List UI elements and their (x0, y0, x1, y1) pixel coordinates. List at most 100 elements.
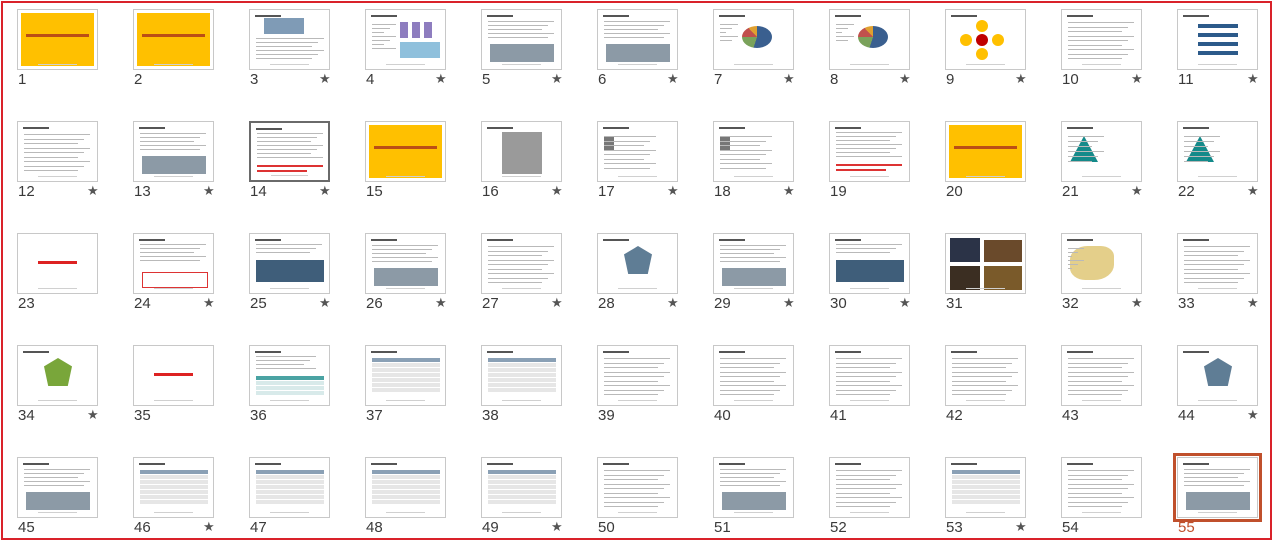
animation-star-icon[interactable]: ★ (551, 520, 563, 535)
slide-thumbnail-49[interactable]: 49 ★ (481, 457, 597, 557)
slide-preview[interactable] (945, 9, 1026, 70)
slide-preview[interactable] (829, 457, 910, 518)
animation-star-icon[interactable]: ★ (203, 296, 215, 311)
slide-thumbnail-54[interactable]: 54 (1061, 457, 1177, 557)
slide-preview[interactable] (829, 121, 910, 182)
slide-preview[interactable] (829, 345, 910, 406)
slide-thumbnail-20[interactable]: 20 (945, 121, 1061, 221)
animation-star-icon[interactable]: ★ (319, 184, 331, 199)
slide-preview[interactable] (365, 121, 446, 182)
slide-thumbnail-14[interactable]: 14 ★ (249, 121, 365, 221)
slide-preview[interactable] (17, 9, 98, 70)
slide-preview[interactable] (713, 9, 794, 70)
slide-preview[interactable] (1177, 121, 1258, 182)
slide-preview[interactable] (249, 121, 330, 182)
animation-star-icon[interactable]: ★ (1247, 296, 1259, 311)
slide-preview[interactable] (17, 233, 98, 294)
slide-thumbnail-9[interactable]: 9 ★ (945, 9, 1061, 109)
slide-preview[interactable] (1061, 233, 1142, 294)
slide-thumbnail-11[interactable]: 11 ★ (1177, 9, 1279, 109)
animation-star-icon[interactable]: ★ (667, 296, 679, 311)
slide-thumbnail-34[interactable]: 34 ★ (17, 345, 133, 445)
slide-thumbnail-19[interactable]: 19 (829, 121, 945, 221)
slide-thumbnail-51[interactable]: 51 (713, 457, 829, 557)
slide-thumbnail-30[interactable]: 30 ★ (829, 233, 945, 333)
slide-thumbnail-13[interactable]: 13 ★ (133, 121, 249, 221)
slide-thumbnail-7[interactable]: 7 ★ (713, 9, 829, 109)
slide-thumbnail-17[interactable]: 17 ★ (597, 121, 713, 221)
slide-thumbnail-23[interactable]: 23 (17, 233, 133, 333)
slide-preview[interactable] (133, 233, 214, 294)
slide-preview[interactable] (133, 9, 214, 70)
animation-star-icon[interactable]: ★ (319, 72, 331, 87)
slide-preview[interactable] (133, 345, 214, 406)
animation-star-icon[interactable]: ★ (1131, 72, 1143, 87)
slide-thumbnail-39[interactable]: 39 (597, 345, 713, 445)
slide-preview[interactable] (945, 345, 1026, 406)
slide-thumbnail-53[interactable]: 53 ★ (945, 457, 1061, 557)
slide-thumbnail-16[interactable]: 16 ★ (481, 121, 597, 221)
slide-preview[interactable] (945, 233, 1026, 294)
slide-thumbnail-36[interactable]: 36 (249, 345, 365, 445)
animation-star-icon[interactable]: ★ (87, 184, 99, 199)
slide-preview[interactable] (1061, 9, 1142, 70)
slide-preview[interactable] (249, 233, 330, 294)
slide-preview[interactable] (481, 9, 562, 70)
slide-preview[interactable] (597, 457, 678, 518)
slide-thumbnail-2[interactable]: 2 (133, 9, 249, 109)
slide-preview[interactable] (597, 9, 678, 70)
slide-thumbnail-40[interactable]: 40 (713, 345, 829, 445)
slide-thumbnail-4[interactable]: 4 ★ (365, 9, 481, 109)
slide-thumbnail-22[interactable]: 22 ★ (1177, 121, 1279, 221)
animation-star-icon[interactable]: ★ (899, 296, 911, 311)
slide-thumbnail-42[interactable]: 42 (945, 345, 1061, 445)
animation-star-icon[interactable]: ★ (783, 296, 795, 311)
slide-preview[interactable] (365, 457, 446, 518)
slide-preview[interactable] (1177, 345, 1258, 406)
slide-thumbnail-32[interactable]: 32 ★ (1061, 233, 1177, 333)
slide-preview[interactable] (17, 457, 98, 518)
slide-preview[interactable] (133, 121, 214, 182)
slide-thumbnail-27[interactable]: 27 ★ (481, 233, 597, 333)
slide-thumbnail-45[interactable]: 45 (17, 457, 133, 557)
slide-thumbnail-50[interactable]: 50 (597, 457, 713, 557)
animation-star-icon[interactable]: ★ (1015, 520, 1027, 535)
animation-star-icon[interactable]: ★ (203, 184, 215, 199)
slide-sorter-pane[interactable]: 1 2 3 ★ 4 ★ 5 ★ 6 ★ 7 ★ 8 ★ 9 ★ 10 ★ 11 ★ 12 ★ 13 ★ 14 ★ 15 16 ★ 17 ★ 1… (1, 1, 1272, 540)
slide-preview[interactable] (945, 121, 1026, 182)
slide-preview[interactable] (481, 345, 562, 406)
slide-thumbnail-44[interactable]: 44 ★ (1177, 345, 1279, 445)
slide-thumbnail-55[interactable]: 55 (1173, 453, 1279, 557)
slide-preview[interactable] (481, 121, 562, 182)
slide-preview[interactable] (1061, 457, 1142, 518)
slide-thumbnail-33[interactable]: 33 ★ (1177, 233, 1279, 333)
slide-thumbnail-52[interactable]: 52 (829, 457, 945, 557)
slide-thumbnail-26[interactable]: 26 ★ (365, 233, 481, 333)
slide-thumbnail-37[interactable]: 37 (365, 345, 481, 445)
slide-preview[interactable] (365, 9, 446, 70)
slide-preview[interactable] (713, 233, 794, 294)
slide-thumbnail-18[interactable]: 18 ★ (713, 121, 829, 221)
slide-preview[interactable] (945, 457, 1026, 518)
slide-preview[interactable] (1061, 345, 1142, 406)
slide-preview[interactable] (713, 345, 794, 406)
animation-star-icon[interactable]: ★ (1247, 184, 1259, 199)
slide-preview[interactable] (1177, 9, 1258, 70)
animation-star-icon[interactable]: ★ (319, 296, 331, 311)
slide-thumbnail-35[interactable]: 35 (133, 345, 249, 445)
slide-thumbnail-5[interactable]: 5 ★ (481, 9, 597, 109)
slide-preview[interactable] (597, 345, 678, 406)
animation-star-icon[interactable]: ★ (551, 184, 563, 199)
slide-thumbnail-24[interactable]: 24 ★ (133, 233, 249, 333)
slide-thumbnail-15[interactable]: 15 (365, 121, 481, 221)
slide-preview[interactable] (17, 345, 98, 406)
slide-thumbnail-8[interactable]: 8 ★ (829, 9, 945, 109)
slide-thumbnail-28[interactable]: 28 ★ (597, 233, 713, 333)
animation-star-icon[interactable]: ★ (203, 520, 215, 535)
animation-star-icon[interactable]: ★ (1247, 72, 1259, 87)
slide-preview[interactable] (133, 457, 214, 518)
animation-star-icon[interactable]: ★ (899, 72, 911, 87)
slide-preview[interactable] (249, 345, 330, 406)
animation-star-icon[interactable]: ★ (87, 408, 99, 423)
slide-preview[interactable] (597, 121, 678, 182)
